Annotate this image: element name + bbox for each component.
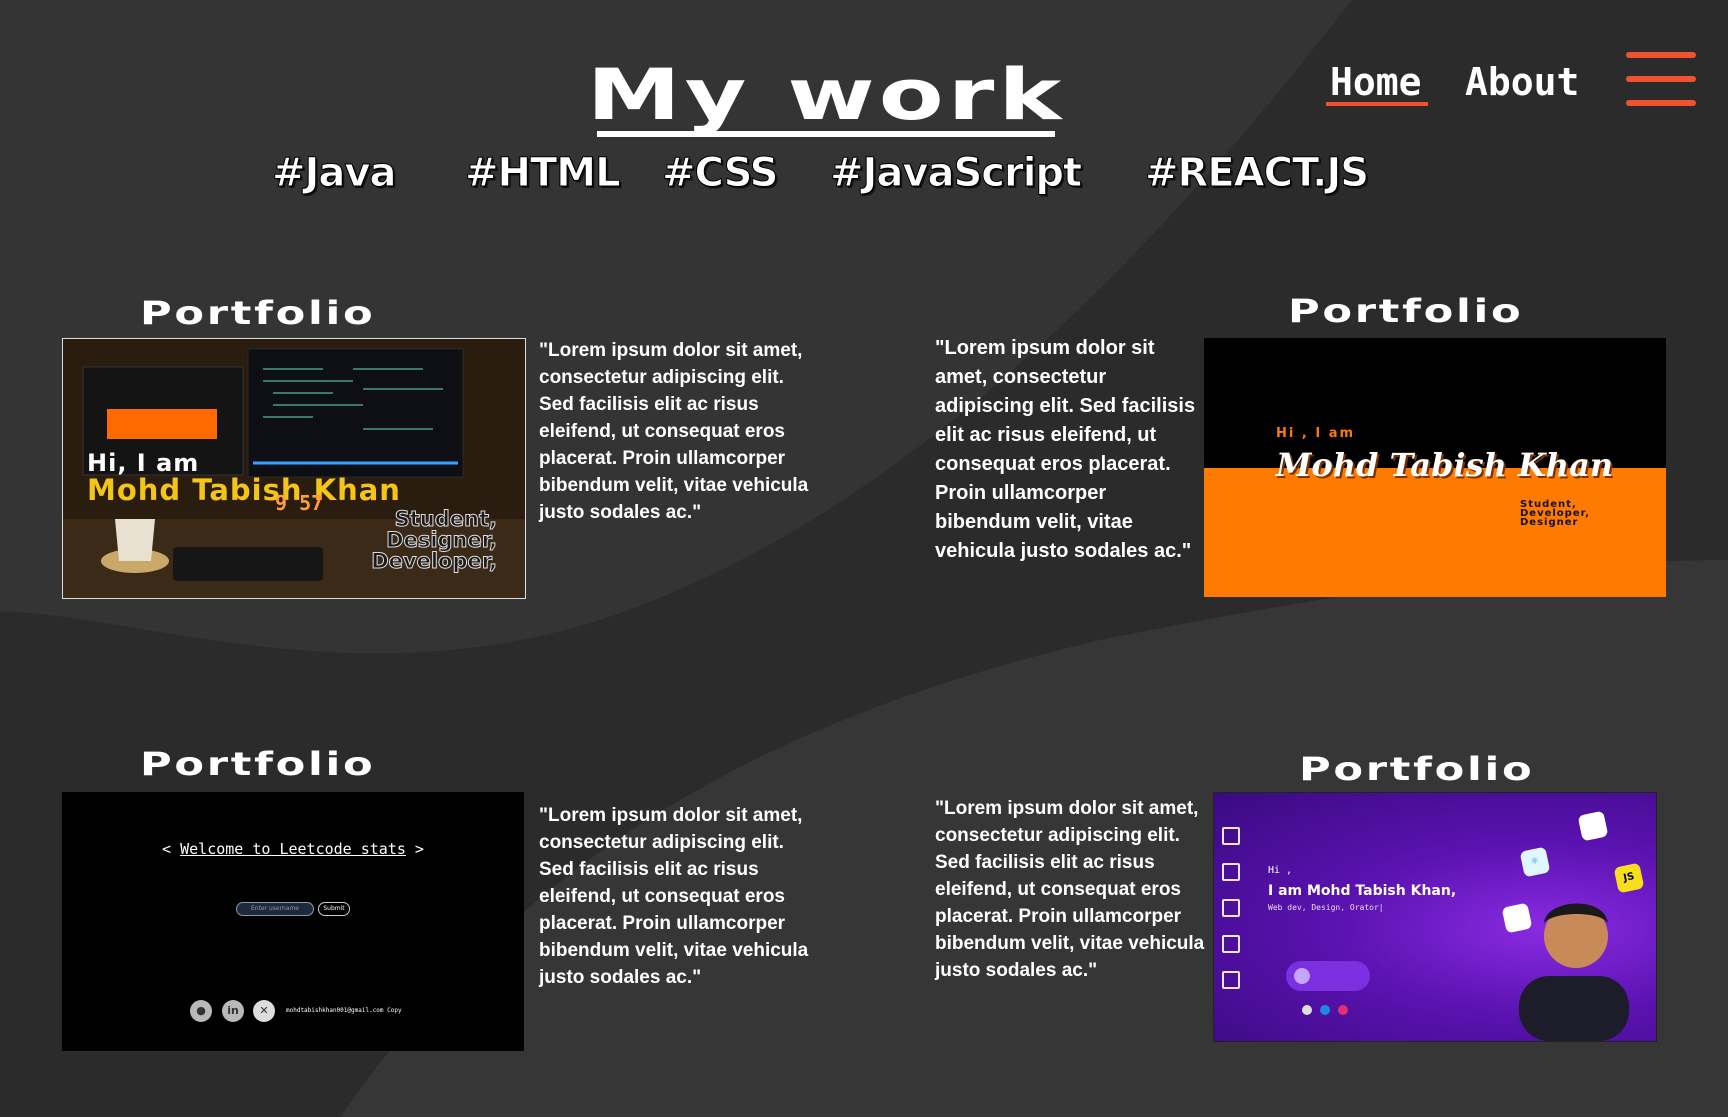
preview-name: Mohd Tabish Khan <box>1276 446 1614 484</box>
nav-about-link[interactable]: About <box>1465 60 1579 104</box>
project-4-preview[interactable]: Hi , I am Mohd Tabish Khan, Web dev, Des… <box>1213 792 1657 1042</box>
x-twitter-icon: ✕ <box>253 1000 275 1022</box>
hamburger-menu-icon[interactable] <box>1626 52 1696 108</box>
project-4-description: "Lorem ipsum dolor sit amet, consectetur… <box>935 798 1205 981</box>
project-3-preview[interactable]: < Welcome to Leetcode stats > Enter user… <box>62 792 524 1051</box>
preview-username-input: Enter username <box>236 902 314 916</box>
document-icon <box>1222 899 1240 917</box>
project-2-description: "Lorem ipsum dolor sit amet, consectetur… <box>935 337 1196 562</box>
project-1-description: "Lorem ipsum dolor sit amet, consectetur… <box>539 340 809 523</box>
preview-roles: Student, Designer, Developer, <box>371 507 498 573</box>
tag-reactjs: #REACT.JS <box>1144 150 1369 197</box>
preview-greeting: Hi , I am <box>1276 426 1356 441</box>
preview-sidebar <box>1222 827 1240 1007</box>
project-3-description: "Lorem ipsum dolor sit amet, consectetur… <box>539 805 809 988</box>
github-icon: ● <box>190 1000 212 1022</box>
page-title: My work <box>586 54 1066 136</box>
preview-orange-band <box>1204 468 1666 597</box>
skill-tags: #Java #HTML #CSS #JavaScript #REACT.JS <box>0 150 1728 210</box>
project-4-title: Portfolio <box>1299 750 1535 788</box>
linkedin-icon: in <box>222 1000 244 1022</box>
mail-icon <box>1222 971 1240 989</box>
tag-html: #HTML <box>465 150 622 197</box>
preview-greeting: Hi , <box>1268 865 1293 876</box>
tag-javascript: #JavaScript <box>829 150 1082 197</box>
react-icon: ⚛ <box>1519 846 1551 878</box>
preview-subtitle: Web dev, Design, Orator| <box>1268 903 1384 912</box>
preview-name: I am Mohd Tabish Khan, <box>1268 883 1457 899</box>
preview-email: mohdtabishkhan001@gmail.com Copy <box>286 1007 402 1014</box>
title-underline <box>597 131 1055 137</box>
project-3-title: Portfolio <box>140 745 376 783</box>
tag-css: #CSS <box>661 150 778 197</box>
preview-roles: Student, Developer, Designer <box>1520 499 1590 528</box>
preview-welcome: < Welcome to Leetcode stats > <box>162 840 424 858</box>
profile-photo <box>1519 903 1629 1041</box>
clipboard-icon <box>1222 935 1240 953</box>
nav-home-link[interactable]: Home <box>1330 60 1422 104</box>
menu-icon <box>1222 827 1240 845</box>
preview-clock: 9 57 <box>275 491 324 515</box>
preview-toggle <box>1286 961 1370 991</box>
project-2-preview[interactable]: Hi , I am Mohd Tabish Khan Student, Deve… <box>1204 338 1666 597</box>
home-icon <box>1222 863 1240 881</box>
preview-name: Mohd Tabish Khan <box>87 473 401 507</box>
project-2-title: Portfolio <box>1288 292 1524 330</box>
project-1-title: Portfolio <box>140 294 376 332</box>
nav-home-active-indicator <box>1326 102 1428 106</box>
tag-java: #Java <box>271 150 396 197</box>
project-1-preview[interactable]: Hi, I am Mohd Tabish Khan 9 57 Student, … <box>62 338 526 599</box>
java-icon: ☕ <box>1577 810 1609 842</box>
preview-submit-button: Submit <box>318 902 350 916</box>
